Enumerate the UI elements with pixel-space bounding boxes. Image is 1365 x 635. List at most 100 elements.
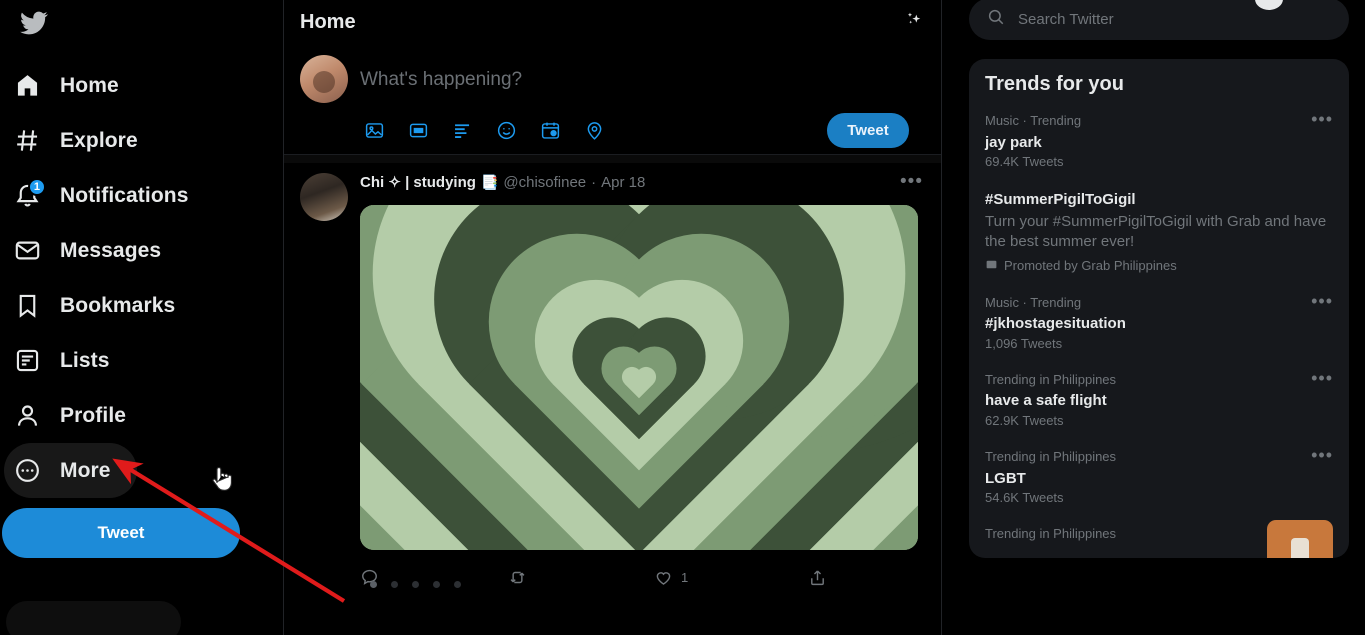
- promoted-label: Promoted by Grab Philippines: [985, 258, 1333, 274]
- search-input[interactable]: [1018, 10, 1331, 28]
- hashtag-icon: [12, 126, 42, 156]
- promoted-badge-icon: [985, 258, 998, 274]
- main-header: Home: [284, 0, 941, 45]
- trend-meta: Music · Trending: [985, 294, 1082, 310]
- page-title: Home: [300, 11, 356, 33]
- trend-item[interactable]: Trending in Philippines: [969, 515, 1349, 558]
- tweet-separator: ·: [591, 173, 597, 191]
- sidebar-item-home[interactable]: Home: [4, 58, 133, 113]
- trend-meta: Trending in Philippines: [985, 449, 1117, 464]
- tweet-author-flag: 📑: [480, 173, 499, 190]
- trend-count: 62.9K Tweets: [985, 413, 1064, 428]
- trend-item-promoted[interactable]: #SummerPigilToGigil Turn your #SummerPig…: [969, 179, 1349, 283]
- sidebar-item-bookmarks[interactable]: Bookmarks: [4, 278, 189, 333]
- sidebar-item-profile[interactable]: Profile: [4, 388, 140, 443]
- list-icon: [12, 346, 42, 376]
- trend-more-icon[interactable]: •••: [1311, 110, 1333, 128]
- share-button[interactable]: [808, 568, 827, 587]
- image-icon[interactable]: [364, 120, 386, 142]
- trend-thumbnail[interactable]: [1267, 519, 1333, 558]
- tweet-media-image[interactable]: [360, 205, 918, 550]
- sidebar-item-notifications[interactable]: 1 Notifications: [4, 168, 202, 223]
- trend-meta: Music · Trending: [985, 113, 1082, 128]
- trends-title: Trends for you: [985, 73, 1124, 95]
- trend-meta: Trending in Philippines: [985, 371, 1117, 387]
- trend-name: #jkhostagesituation: [985, 315, 1126, 332]
- like-count: 1: [681, 569, 689, 585]
- sparkles-icon[interactable]: [903, 9, 925, 36]
- trend-item[interactable]: Music · Trending #jkhostagesituation 1,0…: [969, 284, 1349, 361]
- sidebar-item-label: Lists: [60, 348, 110, 372]
- composer-placeholder[interactable]: What's happening?: [360, 57, 925, 91]
- poll-icon[interactable]: [452, 120, 474, 142]
- search-icon: [987, 8, 1005, 31]
- sidebar-item-more[interactable]: More: [4, 443, 137, 498]
- retweet-button[interactable]: [508, 568, 654, 587]
- sidebar-item-label: Profile: [60, 403, 127, 427]
- notification-badge: 1: [27, 177, 46, 196]
- sidebar-item-label: Bookmarks: [60, 293, 176, 317]
- like-button[interactable]: 1: [654, 568, 808, 587]
- main-column: Home What's happening? Tweet Chi ✧ | stu…: [283, 0, 942, 635]
- sidebar: Home Explore 1 Notifications Messages Bo…: [0, 0, 283, 635]
- trend-more-icon[interactable]: •••: [1311, 446, 1333, 464]
- account-switcher[interactable]: [6, 601, 181, 635]
- sidebar-item-label: More: [60, 458, 111, 482]
- twitter-bird-icon[interactable]: [6, 0, 62, 46]
- carousel-dot[interactable]: [412, 581, 419, 588]
- sidebar-item-label: Messages: [60, 238, 162, 262]
- trend-count: 54.6K Tweets: [985, 490, 1064, 506]
- tweet-composer: What's happening? Tweet: [284, 45, 941, 154]
- home-icon: [12, 71, 42, 101]
- composer-tweet-button[interactable]: Tweet: [827, 113, 909, 148]
- media-carousel-dots[interactable]: [370, 581, 461, 588]
- avatar[interactable]: [300, 55, 348, 103]
- tweet-header: Chi ✧ | studying 📑 @chisofinee · Apr 18 …: [360, 172, 925, 191]
- tweet-author-handle[interactable]: @chisofinee: [503, 174, 586, 191]
- trend-description: Turn your #SummerPigilToGigil with Grab …: [985, 213, 1327, 251]
- trend-more-icon[interactable]: •••: [1311, 292, 1333, 310]
- right-sidebar: Trends for you Music · Trending jay park…: [942, 0, 1365, 635]
- trend-name: #SummerPigilToGigil: [985, 191, 1136, 209]
- carousel-dot[interactable]: [391, 581, 398, 588]
- trend-count: 69.4K Tweets: [985, 154, 1064, 170]
- trend-item[interactable]: Music · Trending jay park 69.4K Tweets •…: [969, 102, 1349, 179]
- tweet-author-name[interactable]: Chi ✧ | studying: [360, 173, 476, 191]
- sidebar-item-label: Home: [60, 73, 119, 97]
- location-icon[interactable]: [584, 120, 606, 142]
- ellipsis-icon[interactable]: •••: [900, 172, 925, 191]
- sidebar-item-lists[interactable]: Lists: [4, 333, 124, 388]
- bookmark-icon: [12, 291, 42, 321]
- composer-icon-row: [360, 120, 606, 142]
- trend-item[interactable]: Trending in Philippines LGBT 54.6K Tweet…: [969, 438, 1349, 515]
- avatar[interactable]: [300, 173, 348, 221]
- sidebar-item-label: Explore: [60, 128, 138, 152]
- ellipsis-circle-icon: [12, 456, 42, 486]
- trend-item[interactable]: Trending in Philippines have a safe flig…: [969, 361, 1349, 438]
- trend-name: jay park: [985, 133, 1042, 151]
- carousel-dot[interactable]: [433, 581, 440, 588]
- composer-divider: [284, 154, 941, 163]
- trend-more-icon[interactable]: •••: [1311, 369, 1333, 387]
- emoji-icon[interactable]: [496, 120, 518, 142]
- gif-icon[interactable]: [408, 120, 430, 142]
- tweet: Chi ✧ | studying 📑 @chisofinee · Apr 18 …: [284, 163, 941, 594]
- sidebar-tweet-button[interactable]: Tweet: [2, 508, 240, 558]
- person-icon: [12, 401, 42, 431]
- concentric-hearts-graphic: [360, 205, 918, 550]
- schedule-icon[interactable]: [540, 120, 562, 142]
- sidebar-item-messages[interactable]: Messages: [4, 223, 175, 278]
- sidebar-item-explore[interactable]: Explore: [4, 113, 152, 168]
- carousel-dot[interactable]: [370, 581, 377, 588]
- trend-name: have a safe flight: [985, 392, 1107, 410]
- tweet-action-bar: 1: [360, 560, 925, 594]
- promoted-by-text: Promoted by Grab Philippines: [1004, 258, 1177, 273]
- search-bar[interactable]: [969, 0, 1349, 40]
- hand-pointer-cursor: [208, 463, 234, 495]
- sidebar-item-label: Notifications: [60, 183, 189, 207]
- sidebar-nav: Home Explore 1 Notifications Messages Bo…: [4, 58, 283, 498]
- tweet-date[interactable]: Apr 18: [601, 174, 645, 191]
- trend-count: 1,096 Tweets: [985, 335, 1063, 351]
- twitter-app: Home Explore 1 Notifications Messages Bo…: [0, 0, 1365, 635]
- carousel-dot[interactable]: [454, 581, 461, 588]
